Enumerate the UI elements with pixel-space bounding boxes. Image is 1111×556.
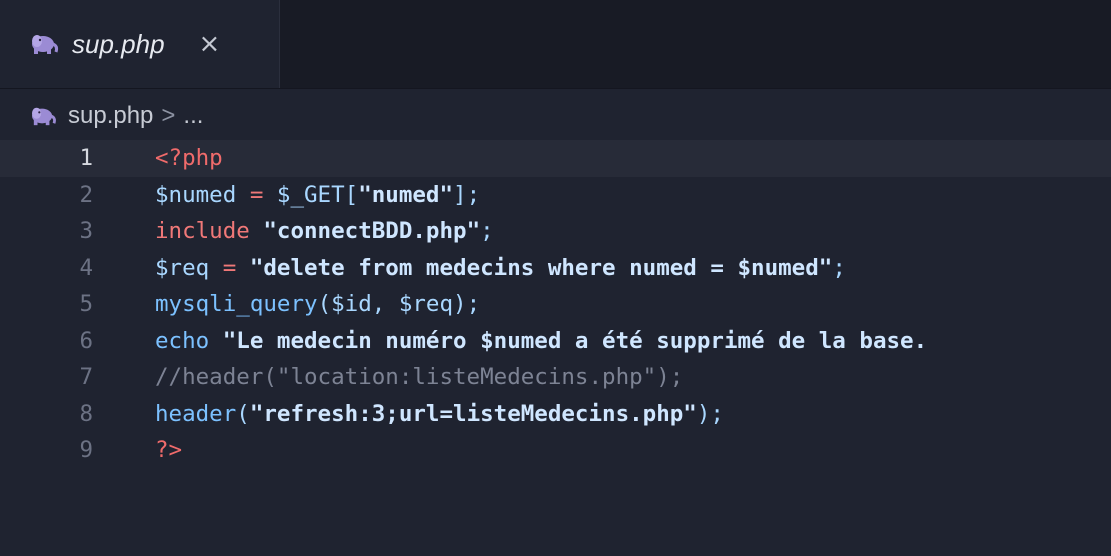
code-line[interactable]: 9 ?> — [0, 432, 1111, 469]
code-token: ); — [696, 400, 724, 427]
code-text: <?php — [155, 140, 223, 177]
code-token: ]; — [453, 181, 481, 208]
code-token: header — [155, 400, 237, 427]
php-elephant-icon — [32, 35, 59, 54]
code-token: mysqli_query — [155, 291, 318, 317]
tab-bar: sup.php × — [0, 0, 1111, 89]
code-token: "delete from medecins where numed = $num… — [249, 254, 833, 281]
tab-sup-php[interactable]: sup.php × — [0, 0, 280, 88]
line-number: 1 — [79, 145, 93, 171]
code-text: $req = "delete from medecins where numed… — [155, 250, 846, 287]
tab-title: sup.php — [72, 28, 165, 59]
code-token: ?> — [155, 437, 183, 463]
code-token: $req — [155, 254, 210, 281]
code-token: ; — [832, 254, 846, 281]
code-token: include — [155, 218, 250, 244]
code-token: "numed" — [358, 181, 454, 208]
code-token: = — [236, 181, 277, 208]
code-token: = — [209, 254, 250, 281]
code-token: "connectBDD.php" — [263, 218, 481, 244]
code-token: ; — [480, 218, 494, 244]
code-editor-window: sup.php × sup.php > ... 1 <?php 2 $numed = … — [0, 0, 1111, 556]
breadcrumb-separator: > — [161, 102, 176, 129]
code-line[interactable]: 4 $req = "delete from medecins where nume… — [0, 250, 1111, 287]
code-text: echo "Le medecin numéro $numed a été sup… — [155, 323, 927, 360]
code-token: echo — [155, 327, 210, 354]
code-line[interactable]: 2 $numed = $_GET["numed"]; — [0, 177, 1111, 214]
line-number: 6 — [79, 327, 93, 354]
code-line[interactable]: 7 //header("location:listeMedecins.php"); — [0, 359, 1111, 396]
code-text: ?> — [155, 432, 182, 469]
code-line[interactable]: 1 <?php — [0, 140, 1111, 177]
code-area[interactable]: 1 <?php 2 $numed = $_GET["numed"]; 3 include … — [0, 140, 1111, 469]
line-number: 8 — [79, 400, 93, 427]
close-icon[interactable]: × — [199, 31, 221, 57]
code-token: [ — [344, 181, 359, 208]
line-number: 3 — [79, 218, 93, 244]
code-text: mysqli_query($id, $req); — [155, 286, 480, 323]
code-line[interactable]: 3 include "connectBDD.php"; — [0, 213, 1111, 250]
code-text: $numed = $_GET["numed"]; — [155, 177, 480, 214]
code-line[interactable]: 8 header("refresh:3;url=listeMedecins.php… — [0, 396, 1111, 433]
breadcrumb: sup.php > ... — [28, 96, 203, 136]
code-token: $_GET — [276, 181, 345, 208]
php-elephant-icon — [32, 107, 56, 126]
line-number: 5 — [79, 291, 93, 317]
line-number: 2 — [79, 181, 93, 208]
code-line[interactable]: 6 echo "Le medecin numéro $numed a été su… — [0, 323, 1111, 360]
line-number: 9 — [79, 437, 93, 463]
code-text: include "connectBDD.php"; — [155, 213, 494, 250]
code-token: ( — [236, 400, 250, 427]
code-line[interactable]: 5 mysqli_query($id, $req); — [0, 286, 1111, 323]
code-token: //header("location:listeMedecins.php"); — [155, 364, 684, 390]
code-token: <?php — [155, 145, 223, 171]
code-token: $numed — [155, 181, 237, 208]
code-text: //header("location:listeMedecins.php"); — [155, 359, 683, 396]
line-number: 7 — [79, 364, 93, 390]
breadcrumb-symbols[interactable]: ... — [183, 102, 203, 130]
code-text: header("refresh:3;url=listeMedecins.php"… — [155, 396, 724, 433]
code-token: "Le medecin numéro $numed a été supprimé… — [222, 327, 928, 354]
line-number: 4 — [79, 254, 93, 281]
code-token: "refresh:3;url=listeMedecins.php" — [249, 400, 697, 427]
breadcrumb-file[interactable]: sup.php — [68, 102, 153, 130]
code-token: ($id, $req); — [317, 291, 481, 317]
